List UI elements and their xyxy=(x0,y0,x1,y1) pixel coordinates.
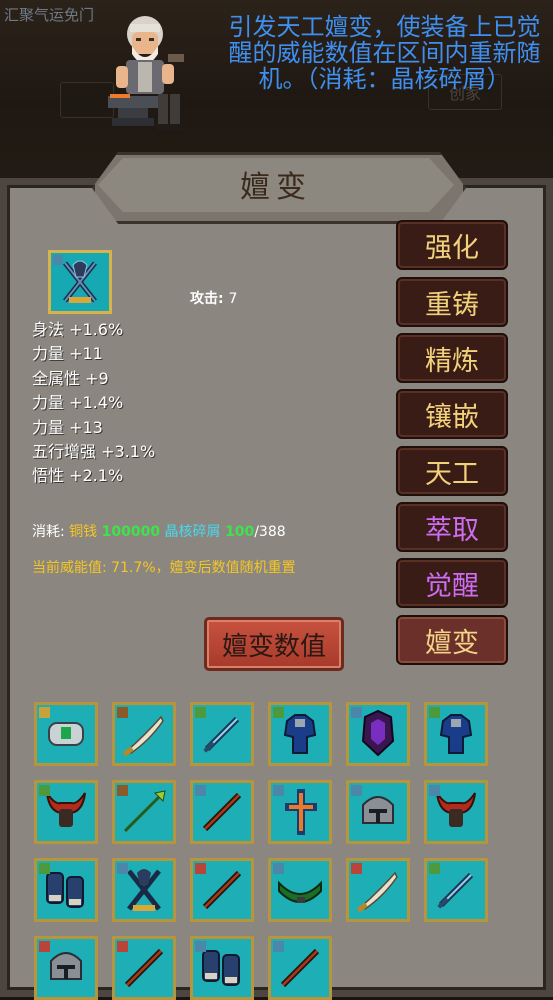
npc-description: 引发天工嬗变，使装备上已觉醒的威能数值在区间内重新随机。（消耗：晶核碎屑） xyxy=(228,13,541,93)
quality-tag xyxy=(195,785,206,796)
inventory-slot[interactable] xyxy=(346,702,410,766)
transmute-button[interactable]: 嬗变数值 xyxy=(204,617,344,671)
quality-tag xyxy=(351,707,362,718)
power-note: 当前威能值: 71.7%，嬗变后数值随机重置 xyxy=(32,560,296,576)
quality-tag xyxy=(195,941,206,952)
copper-label: 铜钱 xyxy=(69,524,98,540)
inventory-slot[interactable] xyxy=(112,702,176,766)
scene-caption: 汇聚气运免门 xyxy=(4,7,95,24)
inventory-slot[interactable] xyxy=(112,858,176,922)
inventory-slot[interactable] xyxy=(112,780,176,844)
inventory-slot[interactable] xyxy=(34,702,98,766)
stat-line: 力量 +11 xyxy=(32,344,103,364)
selected-item-slot[interactable] xyxy=(48,250,112,314)
stat-line: 五行增强 +3.1% xyxy=(32,442,156,462)
inventory-slot[interactable] xyxy=(424,858,488,922)
stat-line: 力量 +13 xyxy=(32,417,103,437)
quality-tag xyxy=(53,255,63,265)
tab-extract[interactable]: 萃取 xyxy=(396,502,508,552)
inventory-slot[interactable] xyxy=(34,936,98,1000)
tab-enhance[interactable]: 强化 xyxy=(396,220,508,270)
tab-transmute[interactable]: 嬗变 xyxy=(396,615,508,665)
crystal-shard-have: 100 xyxy=(224,524,255,540)
panel-title: 嬗变 xyxy=(240,170,312,205)
inventory-slot[interactable] xyxy=(34,780,98,844)
quality-tag xyxy=(429,707,440,718)
inventory-slot[interactable] xyxy=(268,858,332,922)
inventory-slot[interactable] xyxy=(190,936,254,1000)
quality-tag xyxy=(351,863,362,874)
quality-tag xyxy=(117,863,128,874)
inventory-slot[interactable] xyxy=(346,858,410,922)
inventory-slot[interactable] xyxy=(424,702,488,766)
quality-tag xyxy=(117,785,128,796)
tab-inlay[interactable]: 镶嵌 xyxy=(396,389,508,439)
inventory-slot[interactable] xyxy=(424,780,488,844)
tab-refine[interactable]: 精炼 xyxy=(396,333,508,383)
quality-tag xyxy=(351,785,362,796)
quality-tag xyxy=(195,863,206,874)
attack-label: 攻击: xyxy=(190,291,224,307)
quality-tag xyxy=(273,863,284,874)
cost-line: 消耗: 铜钱 100000 晶核碎屑 100/388 xyxy=(32,521,286,541)
stat-line: 全属性 +9 xyxy=(32,368,109,388)
blacksmith-npc-icon[interactable] xyxy=(100,8,190,136)
inventory-slot[interactable] xyxy=(190,780,254,844)
tab-reforge[interactable]: 重铸 xyxy=(396,277,508,327)
attack-stat: 攻击: 7 xyxy=(190,288,237,308)
quality-tag xyxy=(429,785,440,796)
inventory-slot[interactable] xyxy=(268,936,332,1000)
inventory-slot[interactable] xyxy=(190,858,254,922)
inventory-slot[interactable] xyxy=(346,780,410,844)
quality-tag xyxy=(117,707,128,718)
quality-tag xyxy=(273,785,284,796)
quality-tag xyxy=(39,707,50,718)
quality-tag xyxy=(273,707,284,718)
crystal-shard-label: 晶核碎屑 xyxy=(164,524,221,540)
inventory-slot[interactable] xyxy=(268,702,332,766)
inventory-slot[interactable] xyxy=(268,780,332,844)
inventory-slot[interactable] xyxy=(112,936,176,1000)
quality-tag xyxy=(39,941,50,952)
inventory-slot[interactable] xyxy=(34,858,98,922)
inventory-slot[interactable] xyxy=(190,702,254,766)
stat-line: 悟性 +2.1% xyxy=(32,466,124,486)
quality-tag xyxy=(195,707,206,718)
awakened-stats-list: 身法 +1.6% 力量 +11 全属性 +9 力量 +1.4% 力量 +13 五… xyxy=(32,318,155,489)
quality-tag xyxy=(429,863,440,874)
crystal-shard-need: /388 xyxy=(254,524,286,540)
quality-tag xyxy=(273,941,284,952)
tab-craft[interactable]: 天工 xyxy=(396,446,508,496)
cost-label: 消耗: xyxy=(32,524,65,540)
stat-line: 力量 +1.4% xyxy=(32,393,124,413)
copper-amount: 100000 xyxy=(101,524,161,540)
quality-tag xyxy=(39,785,50,796)
quality-tag xyxy=(39,863,50,874)
quality-tag xyxy=(117,941,128,952)
attack-value: 7 xyxy=(228,291,238,307)
stat-line: 身法 +1.6% xyxy=(32,320,124,339)
tab-awaken[interactable]: 觉醒 xyxy=(396,558,508,608)
